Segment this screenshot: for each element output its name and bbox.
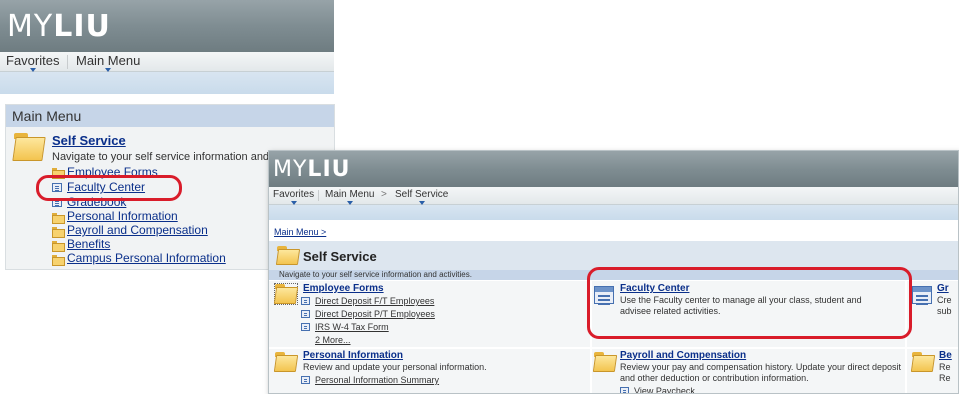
site-header: MYLIU (269, 151, 958, 187)
employee-forms-folder-icon (273, 283, 299, 305)
personal-information-description: Review and update your personal informat… (303, 362, 487, 372)
favorites-menu[interactable]: Favorites (273, 189, 314, 205)
benefits-link[interactable]: Be (939, 350, 952, 361)
main-menu-heading: Main Menu (6, 105, 334, 127)
document-icon (620, 387, 629, 393)
toolbar-strip (0, 72, 334, 94)
gradebook-icon (912, 286, 932, 304)
folder-icon (52, 213, 65, 224)
faculty-center-highlight (587, 267, 912, 339)
more-link[interactable]: 2 More... (315, 335, 351, 346)
document-icon (301, 376, 310, 384)
nav-bar: Favorites Main Menu (0, 52, 334, 72)
payroll-compensation-link[interactable]: Payroll and Compensation (620, 350, 746, 361)
personal-information-folder-icon (273, 352, 299, 372)
direct-deposit-ft-link[interactable]: Direct Deposit F/T Employees (315, 296, 434, 307)
employee-forms-link[interactable]: Employee Forms (303, 283, 384, 294)
benefits-folder-icon (910, 352, 936, 372)
direct-deposit-pt-link[interactable]: Direct Deposit P/T Employees (315, 309, 435, 320)
view-paycheck-link[interactable]: View Paycheck (634, 386, 695, 393)
breadcrumb[interactable]: Main Menu > (274, 227, 326, 237)
self-service-panel: MYLIU Favorites Main Menu > Self Service… (268, 150, 959, 394)
screenshot-composite: MYLIU Favorites Main Menu Main Menu Self… (0, 0, 959, 394)
favorites-menu[interactable]: Favorites (6, 53, 59, 72)
campus-personal-information-link[interactable]: Campus Personal Information (67, 251, 226, 265)
nav-divider (318, 190, 319, 201)
folder-icon (52, 227, 65, 238)
nav-divider (67, 55, 68, 69)
personal-information-summary-link[interactable]: Personal Information Summary (315, 375, 439, 386)
gradebook-description-line1: Cre (937, 295, 952, 305)
main-menu-nav[interactable]: Main Menu (76, 53, 140, 72)
site-header: MYLIU (0, 0, 334, 52)
main-menu-nav[interactable]: Main Menu (325, 189, 374, 205)
folder-icon (52, 255, 65, 266)
payroll-compensation-link[interactable]: Payroll and Compensation (67, 223, 208, 237)
personal-information-link[interactable]: Personal Information (67, 209, 178, 223)
folder-icon (52, 241, 65, 252)
self-service-link[interactable]: Self Service (52, 133, 126, 148)
nav-bar: Favorites Main Menu > Self Service (269, 187, 958, 205)
document-icon (301, 310, 310, 318)
benefits-link[interactable]: Benefits (67, 237, 110, 251)
self-service-folder-icon (275, 246, 301, 265)
myliu-logo[interactable]: MYLIU (7, 9, 111, 44)
payroll-folder-icon (592, 352, 618, 372)
personal-information-link[interactable]: Personal Information (303, 350, 403, 361)
benefits-description-line2: Re (939, 373, 951, 383)
self-service-nav[interactable]: Self Service (395, 189, 448, 205)
document-icon (301, 297, 310, 305)
breadcrumb-separator: > (381, 189, 387, 200)
payroll-description: Review your pay and compensation history… (620, 362, 901, 383)
benefits-description-line1: Re (939, 362, 951, 372)
myliu-logo[interactable]: MYLIU (273, 157, 351, 182)
page-subtitle: Navigate to your self service informatio… (279, 270, 472, 279)
self-service-folder-icon (12, 133, 46, 161)
page-title: Self Service (303, 249, 377, 264)
irs-w4-link[interactable]: IRS W-4 Tax Form (315, 322, 389, 333)
gradebook-description-line2: sub (937, 306, 952, 316)
toolbar-strip (269, 205, 958, 220)
document-icon (301, 323, 310, 331)
faculty-center-highlight (36, 175, 182, 201)
gradebook-link[interactable]: Gr (937, 283, 949, 294)
